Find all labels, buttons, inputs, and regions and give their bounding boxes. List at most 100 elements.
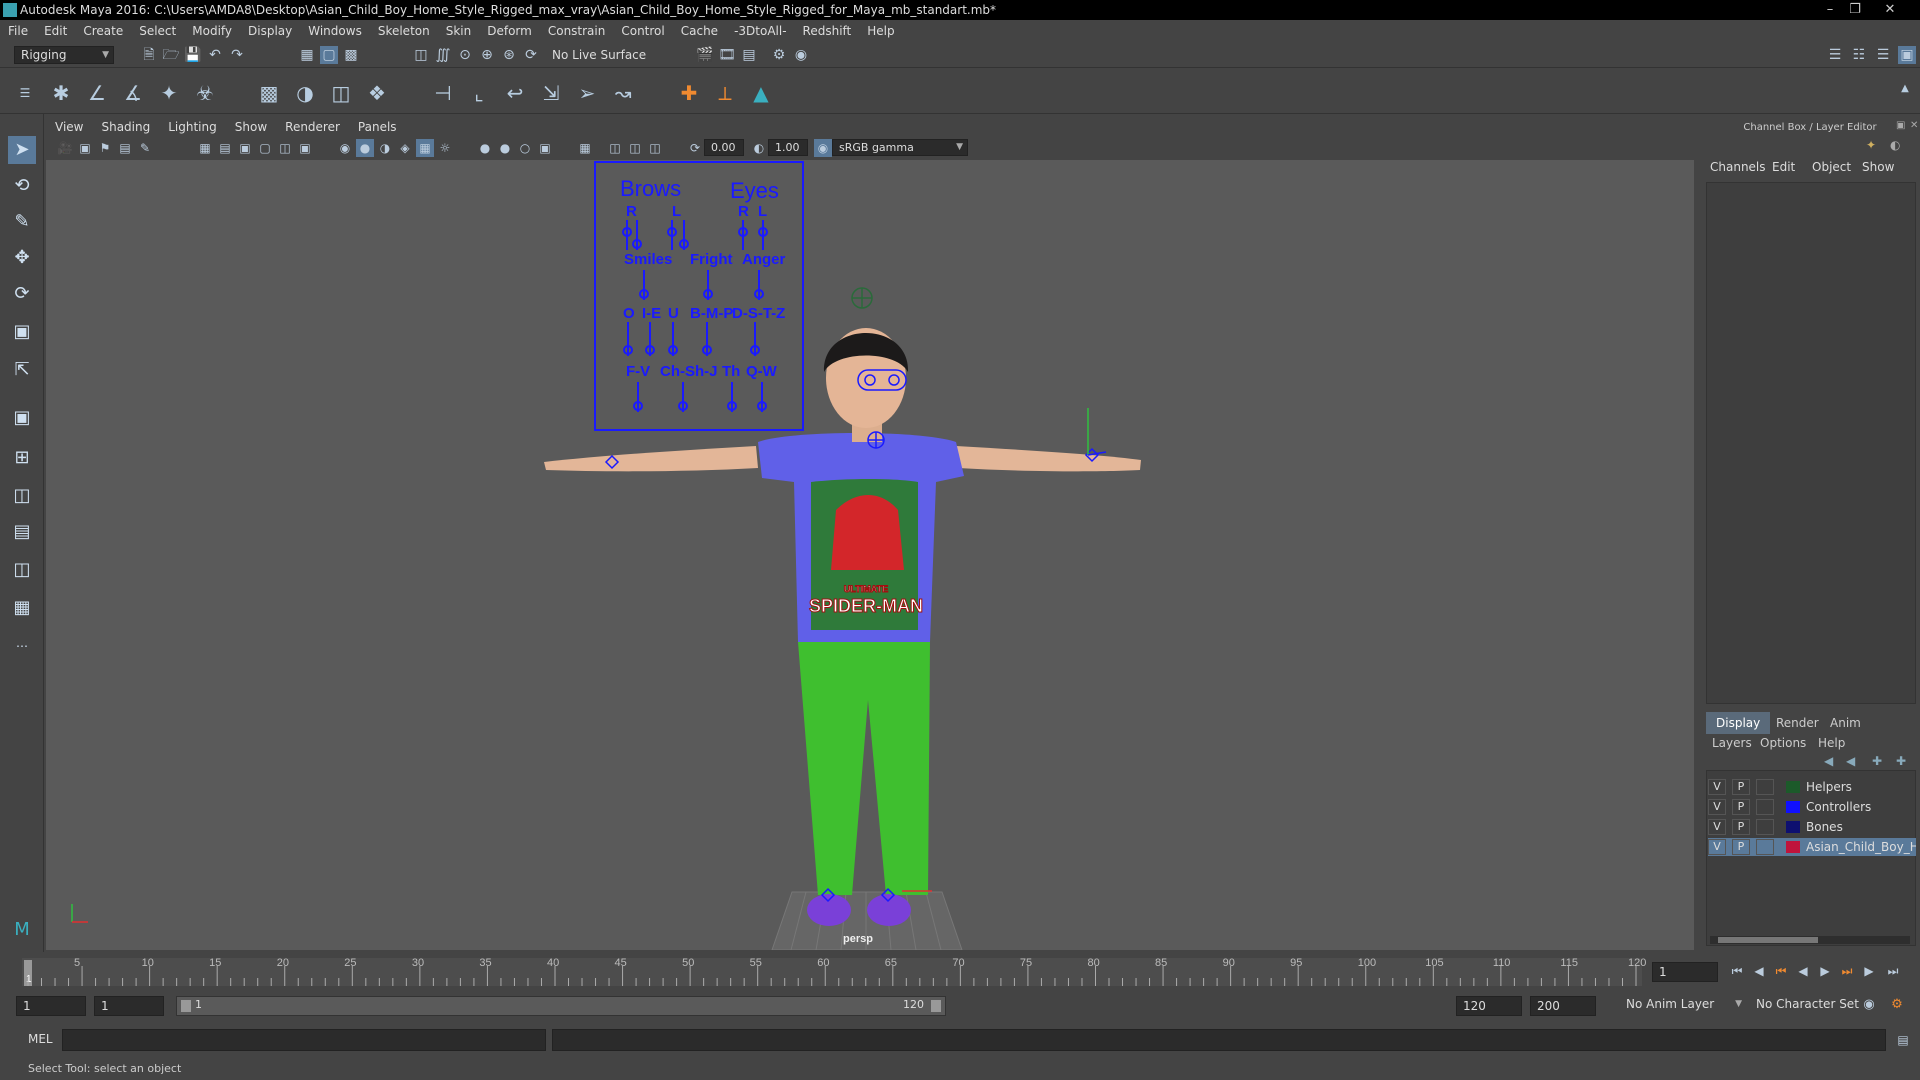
menu-select[interactable]: Select bbox=[131, 24, 184, 38]
panel-menu-renderer[interactable]: Renderer bbox=[276, 120, 349, 134]
motion-blur-icon[interactable]: ● bbox=[496, 139, 514, 157]
view-transform-dropdown[interactable]: sRGB gamma ▼ bbox=[832, 139, 968, 156]
command-input[interactable] bbox=[62, 1029, 546, 1051]
image-plane-icon[interactable]: ▤ bbox=[116, 139, 134, 157]
menu-help[interactable]: Help bbox=[859, 24, 902, 38]
anim-layer-dropdown[interactable]: No Anim Layer ▼ bbox=[1620, 996, 1746, 1016]
menu-display[interactable]: Display bbox=[240, 24, 300, 38]
paint-weights-icon[interactable]: ◑ bbox=[292, 80, 318, 106]
pants[interactable] bbox=[798, 642, 930, 895]
auto-key-icon[interactable]: ◉ bbox=[1860, 996, 1878, 1014]
layer-display-type-toggle[interactable] bbox=[1756, 839, 1774, 855]
hypershade-icon[interactable]: ◉ bbox=[792, 46, 810, 64]
gamma-icon[interactable]: ◐ bbox=[750, 139, 768, 157]
joint-tool-icon[interactable]: ✱ bbox=[48, 80, 74, 106]
right-arm[interactable] bbox=[956, 446, 1141, 472]
paint-select-icon[interactable]: ✎ bbox=[8, 208, 36, 236]
layer-color-swatch[interactable] bbox=[1786, 841, 1800, 853]
maya-tool-icon[interactable]: ▲ bbox=[748, 80, 774, 106]
play-forwards-icon[interactable]: ▶ bbox=[1816, 962, 1834, 980]
mirror-joint-icon[interactable]: ✦ bbox=[156, 80, 182, 106]
layer-display-type-toggle[interactable] bbox=[1756, 819, 1774, 835]
layout-single-icon[interactable]: ▣ bbox=[8, 404, 36, 432]
rotate-tool-icon[interactable]: ⟳ bbox=[8, 280, 36, 308]
aim-constraint-icon[interactable]: ➢ bbox=[574, 80, 600, 106]
script-editor-icon[interactable]: ▤ bbox=[1894, 1031, 1912, 1049]
snap-projected-icon[interactable]: ⊕ bbox=[478, 46, 496, 64]
menu-deform[interactable]: Deform bbox=[479, 24, 540, 38]
menu-redshift[interactable]: Redshift bbox=[795, 24, 860, 38]
menu-constrain[interactable]: Constrain bbox=[540, 24, 614, 38]
textured-icon[interactable]: ◈ bbox=[396, 139, 414, 157]
layer-scrollbar[interactable] bbox=[1710, 936, 1910, 944]
select-hierarchy-icon[interactable]: ▦ bbox=[298, 46, 316, 64]
layer-playback-toggle[interactable]: P bbox=[1732, 819, 1750, 835]
current-frame-field[interactable]: 1 bbox=[1652, 962, 1718, 982]
color-management-icon[interactable]: ◉ bbox=[814, 139, 832, 157]
step-back-key-icon[interactable]: ⏮ bbox=[1772, 962, 1790, 980]
layer-visibility-toggle[interactable]: V bbox=[1708, 839, 1726, 855]
field-chart-icon[interactable]: ◫ bbox=[276, 139, 294, 157]
render-settings-icon[interactable]: ⚙ bbox=[770, 46, 788, 64]
redo-icon[interactable]: ↷ bbox=[228, 46, 246, 64]
smooth-bind-icon[interactable]: ▩ bbox=[256, 80, 282, 106]
lattice-icon[interactable]: ◫ bbox=[328, 80, 354, 106]
scale-tool-icon[interactable]: ▣ bbox=[8, 318, 36, 346]
exposure-icon[interactable]: ⟳ bbox=[686, 139, 704, 157]
layer-menu-layers[interactable]: Layers bbox=[1712, 736, 1752, 750]
panel-menu-shading[interactable]: Shading bbox=[92, 120, 159, 134]
point-constraint-icon[interactable]: ⌞ bbox=[466, 80, 492, 106]
safe-action-icon[interactable]: ▣ bbox=[296, 139, 314, 157]
depth-of-field-icon[interactable]: ▣ bbox=[536, 139, 554, 157]
close-icon[interactable]: ✕ bbox=[1878, 0, 1902, 20]
xray-icon[interactable]: ◫ bbox=[606, 139, 624, 157]
use-all-lights-icon[interactable]: ▦ bbox=[416, 139, 434, 157]
layout-side-icon[interactable]: ◫ bbox=[8, 482, 36, 510]
menu-set-dropdown[interactable]: Rigging ▼ bbox=[14, 46, 114, 64]
select-tool-icon[interactable]: ➤ bbox=[8, 136, 36, 164]
new-layer-selected-icon[interactable]: ✚ bbox=[1896, 754, 1906, 768]
cb-menu-show[interactable]: Show bbox=[1862, 160, 1894, 174]
open-scene-icon[interactable]: 🗁 bbox=[162, 46, 180, 64]
render-view-icon[interactable]: 🎞 bbox=[718, 46, 736, 64]
last-tool-icon[interactable]: ⇱ bbox=[8, 356, 36, 384]
lasso-tool-icon[interactable]: ⟲ bbox=[8, 172, 36, 200]
maximize-icon[interactable]: ❐ bbox=[1843, 0, 1867, 20]
live-surface-label[interactable]: No Live Surface bbox=[552, 47, 652, 63]
range-slider[interactable]: 1 120 bbox=[176, 996, 946, 1016]
handle-icon[interactable]: ⟂ bbox=[712, 80, 738, 106]
move-layer-up-icon[interactable]: ◀ bbox=[1824, 754, 1833, 768]
layer-visibility-toggle[interactable]: V bbox=[1708, 799, 1726, 815]
render-frame-icon[interactable]: 🎬 bbox=[696, 46, 714, 64]
layout-stacked-icon[interactable]: ▤ bbox=[8, 518, 36, 546]
channel-box-area[interactable] bbox=[1706, 182, 1916, 704]
snap-view-icon[interactable]: ⊛ bbox=[500, 46, 518, 64]
xray-joints-icon[interactable]: ◫ bbox=[626, 139, 644, 157]
scale-constraint-icon[interactable]: ⇲ bbox=[538, 80, 564, 106]
layout-four-icon[interactable]: ⊞ bbox=[8, 444, 36, 472]
select-object-icon[interactable]: ▢ bbox=[320, 46, 338, 64]
wireframe-icon[interactable]: ◉ bbox=[336, 139, 354, 157]
layer-menu-options[interactable]: Options bbox=[1760, 736, 1806, 750]
menu-cache[interactable]: Cache bbox=[673, 24, 726, 38]
character-set-dropdown[interactable]: No Character Set bbox=[1750, 996, 1870, 1016]
layer-scrollbar-thumb[interactable] bbox=[1718, 937, 1818, 943]
pole-vector-icon[interactable]: ↝ bbox=[610, 80, 636, 106]
wireframe-on-shaded-icon[interactable]: ◑ bbox=[376, 139, 394, 157]
step-forward-frame-icon[interactable]: ▶ bbox=[1860, 962, 1878, 980]
bookmark-icon[interactable]: ⚑ bbox=[96, 139, 114, 157]
time-slider[interactable]: 1 5 10 15 20 25 30 35 40 45 50 55 60 65 70 75 80 85 90 95 1… bbox=[0, 954, 1920, 990]
isolate-select-icon[interactable]: ▦ bbox=[576, 139, 594, 157]
manipulator-icon[interactable]: ✦ bbox=[1866, 138, 1876, 152]
resolution-gate-icon[interactable]: ▣ bbox=[236, 139, 254, 157]
layer-visibility-toggle[interactable]: V bbox=[1708, 779, 1726, 795]
layer-playback-toggle[interactable]: P bbox=[1732, 779, 1750, 795]
new-scene-icon[interactable]: 🗎 bbox=[140, 46, 158, 64]
layer-visibility-toggle[interactable]: V bbox=[1708, 819, 1726, 835]
animation-end-field[interactable]: 200 bbox=[1530, 996, 1596, 1016]
layer-list[interactable] bbox=[1706, 770, 1916, 946]
layout-hypershade-icon[interactable]: ▦ bbox=[8, 594, 36, 622]
step-forward-key-icon[interactable]: ⏭ bbox=[1838, 962, 1856, 980]
layer-menu-help[interactable]: Help bbox=[1818, 736, 1845, 750]
layer-display-type-toggle[interactable] bbox=[1756, 799, 1774, 815]
